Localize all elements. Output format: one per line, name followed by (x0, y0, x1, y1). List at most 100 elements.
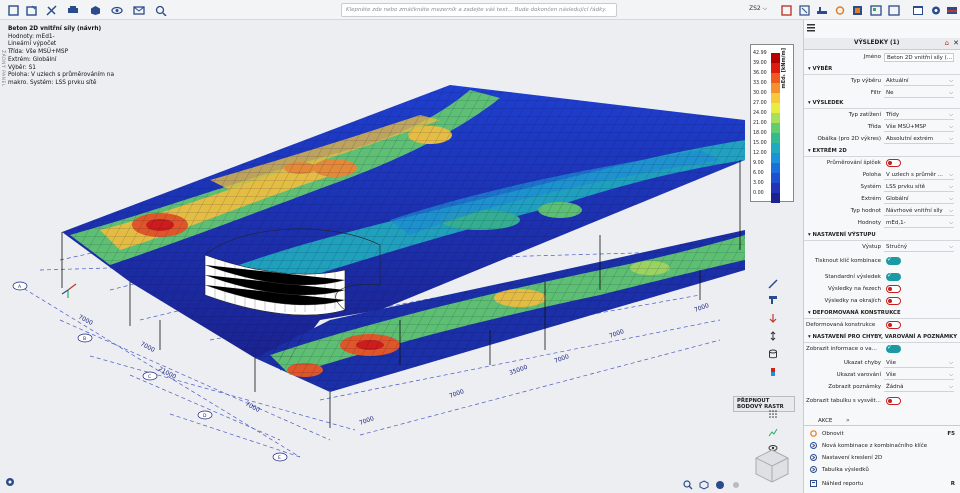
legend-color-band (771, 123, 780, 133)
cube-icon[interactable] (88, 3, 102, 17)
mail-icon[interactable] (132, 3, 146, 17)
panel-menu-icon[interactable] (806, 22, 816, 32)
values-row: Hodnoty mEd,1- ⌵ (857, 219, 954, 228)
errors-select[interactable]: Vše ⌵ (884, 359, 954, 368)
position-select[interactable]: V uzlech s průměr ... ⌵ (884, 171, 954, 180)
tools-icon[interactable] (44, 3, 58, 17)
legend-value: 24.00 (753, 111, 767, 116)
render-icon[interactable] (714, 479, 726, 491)
viewport-3d[interactable]: 7000 7000 7000 7000 7000 7000 7000 7000 … (0, 20, 795, 493)
section-icon[interactable] (765, 276, 781, 292)
refresh-icon (810, 430, 817, 437)
view-cube-icon[interactable] (698, 479, 710, 491)
legend-value: 21.00 (753, 121, 767, 126)
legend-value: 15.00 (753, 141, 767, 146)
structure-icon[interactable] (815, 3, 829, 17)
show-info-toggle[interactable] (886, 344, 901, 353)
load-type-select[interactable]: Třídy ⌵ (884, 111, 954, 120)
expand-icon[interactable]: » (846, 417, 850, 424)
print-combo-toggle[interactable] (886, 256, 901, 265)
database-icon[interactable] (765, 346, 781, 362)
legend-color-band (771, 63, 780, 73)
select-icon[interactable] (797, 3, 811, 17)
chart-icon[interactable] (765, 424, 781, 440)
section-selection[interactable]: ▾ VÝBĚR (804, 66, 960, 75)
frame-icon[interactable] (779, 3, 793, 17)
peak-toggle[interactable] (886, 159, 901, 167)
new-file-icon[interactable] (6, 3, 20, 17)
section-errors[interactable]: ▾ NASTAVENÍ PRO CHYBY, VAROVÁNÍ A POZNÁM… (804, 334, 960, 343)
extreme-select[interactable]: Globální ⌵ (884, 195, 954, 204)
flag-icon[interactable] (945, 3, 959, 17)
legend-color-band (771, 83, 780, 93)
action-new-combination[interactable]: Nová kombinace z kombinačního klíče (804, 440, 960, 452)
warnings-select[interactable]: Vše ⌵ (884, 371, 954, 380)
values-select[interactable]: mEd,1- ⌵ (884, 219, 954, 228)
errors-row: Ukazat chyby Vše ⌵ (843, 359, 954, 368)
std-result-toggle[interactable] (886, 272, 901, 281)
color-scale-icon[interactable] (765, 364, 781, 380)
class-select[interactable]: Vše MSÚ+MSP ⌵ (884, 123, 954, 132)
value-type-select[interactable]: Návrhové vnitřní síly ⌵ (884, 207, 954, 216)
legend-color-band (771, 103, 780, 113)
nav-cube[interactable] (752, 446, 792, 486)
sections-result-toggle[interactable] (886, 285, 901, 293)
gear-icon[interactable] (929, 3, 943, 17)
action-result-table[interactable]: Tabulka výsledků (804, 464, 960, 476)
member-icon[interactable] (765, 292, 781, 308)
action-refresh[interactable]: Obnovit F5 (804, 428, 960, 440)
legend-value: 42.99 (753, 51, 767, 56)
search-icon[interactable] (154, 3, 168, 17)
top-toolbar: Klepněte zde nebo zmáčkněte mezerník a z… (0, 0, 960, 20)
zoom-icon[interactable] (682, 479, 694, 491)
action-draw-settings[interactable]: Nastavení kreslení 2D (804, 452, 960, 464)
home-icon[interactable]: ⌂ (945, 39, 949, 47)
grid-dots-icon[interactable] (765, 406, 781, 422)
filter-select[interactable]: Ne ⌵ (884, 89, 954, 98)
window-icon[interactable] (911, 3, 925, 17)
legend-value: 33.00 (753, 81, 767, 86)
legend-value: 9.00 (753, 161, 764, 166)
system-select[interactable]: LSS prvku sítě ⌵ (884, 183, 954, 192)
deformed-toggle[interactable] (886, 321, 901, 329)
layers-icon[interactable] (869, 3, 883, 17)
section-extreme2d[interactable]: ▾ EXTRÉM 2D (804, 148, 960, 157)
table-row: Zobrazit tabulku s vysvět... (804, 396, 960, 407)
legend-color-band (771, 153, 780, 163)
eye-icon[interactable] (110, 3, 124, 17)
settings-icon[interactable] (851, 3, 865, 17)
light-icon[interactable] (730, 479, 742, 491)
edges-result-toggle[interactable] (886, 297, 901, 305)
class-row: Třída Vše MSÚ+MSP ⌵ (867, 123, 954, 132)
output-select[interactable]: Stručný ⌵ (884, 243, 954, 252)
envelope-select[interactable]: Absolutní extrém ⌵ (884, 135, 954, 144)
selection-type-select[interactable]: Aktuální ⌵ (884, 77, 954, 86)
load-icon[interactable] (765, 310, 781, 326)
info-extreme: Extrém: Globální (8, 56, 57, 63)
legend-color-band (771, 93, 780, 103)
svg-text:C: C (148, 374, 151, 380)
svg-text:35000: 35000 (508, 364, 529, 377)
action-report-preview[interactable]: Náhled reportu R (804, 478, 960, 490)
svg-text:B: B (83, 336, 86, 342)
section-output[interactable]: ▾ NASTAVENÍ VÝSTUPU (804, 232, 960, 241)
legend-color-band (771, 133, 780, 143)
section-deformed[interactable]: ▾ DEFORMOVANÁ KONSTRUKCE (804, 310, 960, 319)
open-file-icon[interactable] (24, 3, 38, 17)
view-icon[interactable] (887, 3, 901, 17)
print-icon[interactable] (66, 3, 80, 17)
svg-text:7000: 7000 (358, 415, 375, 427)
refresh-icon[interactable] (833, 3, 847, 17)
command-input[interactable]: Klepněte zde nebo zmáčkněte mezerník a z… (341, 3, 617, 17)
legend-unit: mEd₁ [kNm/m] (781, 48, 787, 89)
svg-text:E: E (278, 455, 281, 461)
model-icon[interactable] (4, 476, 16, 488)
name-input[interactable]: Beton 2D vnitřní síly (... (884, 53, 954, 62)
close-icon[interactable]: ✕ (953, 39, 959, 47)
legend-value: 3.00 (753, 181, 764, 186)
coord-system-select[interactable]: ZS2 ⌵ (749, 5, 767, 13)
section-result[interactable]: ▾ VÝSLEDEK (804, 100, 960, 109)
table-toggle[interactable] (886, 397, 901, 405)
arrows-icon[interactable] (765, 328, 781, 344)
notes-select[interactable]: Žádná ⌵ (884, 383, 954, 392)
